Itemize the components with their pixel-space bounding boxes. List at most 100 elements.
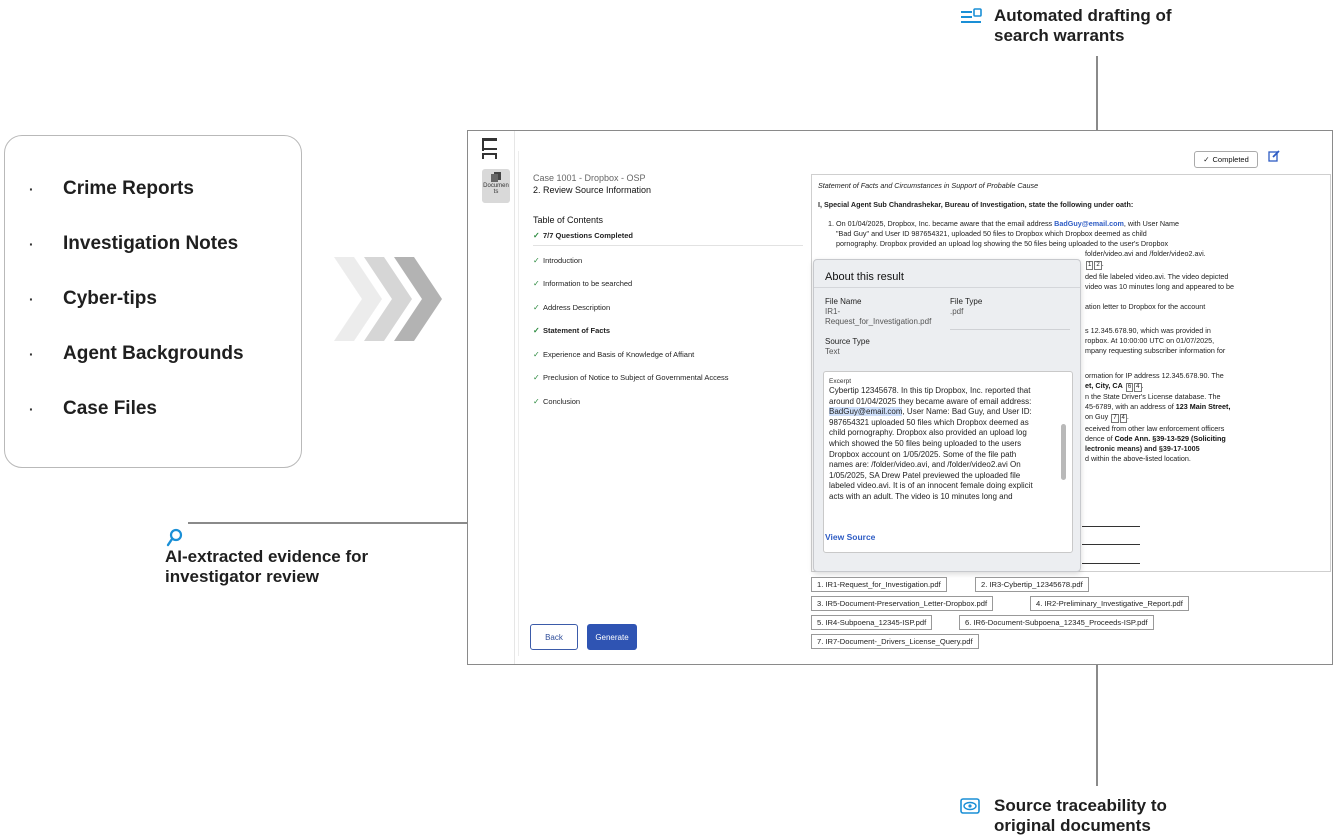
source-chip[interactable]: 7. IR7-Document-_Drivers_License_Query.p… [811,634,979,649]
eye-icon [960,798,980,814]
callout-extraction: AI-extracted evidence for investigator r… [165,547,368,587]
field-divider [950,329,1070,330]
source-chip[interactable]: 5. IR4-Subpoena_12345-ISP.pdf [811,615,933,630]
list-item-label: Agent Backgrounds [63,343,244,364]
check-icon: ✓ [533,349,540,359]
list-item-label: Case Files [63,398,157,419]
signature-line [1082,526,1140,527]
doc-text: on Guy [1085,412,1109,421]
callout-line: Source traceability to [994,796,1167,815]
source-chip[interactable]: 2. IR3-Cybertip_12345678.pdf [975,577,1089,592]
list-item: · Agent Backgrounds [29,343,244,364]
toc-item-questions-completed[interactable]: ✓ 7/7 Questions Completed [533,231,803,255]
toc-divider [533,244,803,246]
panel-divider [518,151,519,656]
email-link[interactable]: BadGuy@email.com [1054,219,1124,228]
source-result-popup: About this result File Name IR1- Request_… [813,259,1081,572]
file-name-part: IR1- [825,307,841,316]
excerpt-label: Excerpt [829,378,852,385]
side-rail: Documen ts [468,131,515,664]
generate-button[interactable]: Generate [587,624,637,650]
excerpt-line: around 01/04/2025 they became aware of e… [829,396,1032,406]
source-chip[interactable]: 4. IR2-Preliminary_Investigative_Report.… [1030,596,1189,611]
list-item: · Investigation Notes [29,233,239,254]
toc-item-conclusion[interactable]: ✓ Conclusion [533,397,803,421]
doc-paragraph-line: on Guy 74. [1085,412,1129,423]
doc-paragraph-line: video was 10 minutes long and appeared t… [1085,282,1235,291]
arrow-down-line [1096,56,1098,138]
documents-nav-button[interactable]: Documen ts [482,169,510,203]
signature-line [1082,544,1140,545]
footnote-badge[interactable]: 1 [1086,261,1094,270]
toc-item-introduction[interactable]: ✓ Introduction [533,256,803,280]
excerpt-line: Cybertip 12345678. In this tip Dropbox, … [829,386,1031,395]
doc-text: 123 Main Street, [1175,402,1231,411]
toc-item-experience[interactable]: ✓ Experience and Basis of Knowledge of Af… [533,350,803,374]
doc-paragraph-line: mpany requesting subscriber information … [1085,346,1226,355]
doc-paragraph-line: ormation for IP address 12.345.678.90. T… [1085,371,1224,380]
case-title: Case 1001 - Dropbox - OSP [533,173,646,183]
signature-line [1082,563,1140,564]
toc-item-statement-of-facts[interactable]: ✓ Statement of Facts [533,326,803,350]
excerpt-line: 987654321 uploaded 50 files which Dropbo… [829,417,1029,427]
check-icon: ✓ [533,326,540,335]
file-name-value: IR1- Request_for_Investigation.pdf [825,307,931,327]
app-logo-icon [482,138,497,159]
excerpt-line: child pornography. Dropbox also provided… [829,428,1027,438]
doc-paragraph-line: eceived from other law enforcement offic… [1085,424,1225,433]
doc-paragraph-line: 1. On 01/04/2025, Dropbox, Inc. became a… [828,219,1179,229]
list-item-label: Cyber-tips [63,288,157,309]
toc-item-label: Information to be searched [543,279,633,288]
documents-nav-label: Documen ts [483,183,509,195]
back-button[interactable]: Back [530,624,578,650]
excerpt-text: Cybertip 12345678. In this tip Dropbox, … [829,386,1057,503]
documents-icon [491,172,501,182]
footnote-badge[interactable]: 4 [1134,383,1142,392]
excerpt-box[interactable]: Excerpt Cybertip 12345678. In this tip D… [823,371,1073,553]
excerpt-line: 1/05/2025, SA Drew Patel previewed the u… [829,470,1021,480]
check-icon: ✓ [533,373,540,382]
source-chip[interactable]: 3. IR5-Document-Preservation_Letter-Drop… [811,596,994,611]
doc-paragraph-line: n the State Driver's License database. T… [1085,392,1221,401]
file-type-value: .pdf [950,307,964,316]
toc-item-address-description[interactable]: ✓ Address Description [533,303,803,327]
footnote-badge[interactable]: 2 [1094,261,1102,270]
source-chip[interactable]: 6. IR6-Document-Subpoena_12345_Proceeds-… [959,615,1154,630]
doc-heading: Statement of Facts and Circumstances in … [818,181,1039,190]
doc-paragraph-line: s 12.345.678.90, which was provided in [1085,326,1211,335]
view-source-link[interactable]: View Source [825,532,875,542]
footnote-badge[interactable]: 6 [1125,383,1134,392]
check-icon: ✓ [533,302,540,312]
excerpt-line: labeled video.avi. It is of an innocent … [829,481,1033,491]
file-name-label: File Name [825,297,862,306]
footnote-badge[interactable]: 7 [1111,414,1119,423]
drafting-icon [961,8,982,23]
doc-text: dence of [1085,434,1113,443]
check-icon: ✓ [533,396,540,406]
completed-label: Completed [1212,155,1249,164]
excerpt-line: acts with an adult. The video is 10 minu… [829,491,1013,501]
source-type-label: Source Type [825,337,870,346]
list-item-label: Crime Reports [63,178,194,199]
excerpt-scrollbar[interactable] [1061,424,1066,480]
callout-drafting: Automated drafting of search warrants [994,6,1172,46]
excerpt-line: BadGuy@email.com, User Name: Bad Guy, an… [829,407,1032,417]
excerpt-line: which showed the 50 files being uploaded… [829,438,1022,448]
check-icon: ✓ [533,255,540,265]
file-name-part: Request_for_Investigation.pdf [825,317,932,326]
arrow-up-line [1096,658,1098,786]
completed-status-button[interactable]: ✓ Completed [1194,151,1258,168]
toc-item-preclusion-of-notice[interactable]: ✓ Preclusion of Notice to Subject of Gove… [533,373,803,397]
table-of-contents: Table of Contents ✓ 7/7 Questions Complet… [533,215,803,420]
doc-paragraph-line: lectronic means) and §39-17-1005 [1085,444,1200,453]
doc-paragraph-line: ded file labeled video.avi. The video de… [1085,272,1229,281]
edit-icon[interactable] [1268,150,1280,162]
doc-text: 45-6789, with an address of [1085,402,1174,411]
toc-item-information-searched[interactable]: ✓ Information to be searched [533,279,803,303]
footnote-refs: 12. [1086,259,1104,270]
footnote-badge[interactable]: 4 [1119,414,1127,423]
flow-chevrons-icon [334,257,442,341]
source-chip[interactable]: 1. IR1-Request_for_Investigation.pdf [811,577,947,592]
check-icon: ✓ [533,279,540,288]
callout-line: AI-extracted evidence for [165,547,369,566]
